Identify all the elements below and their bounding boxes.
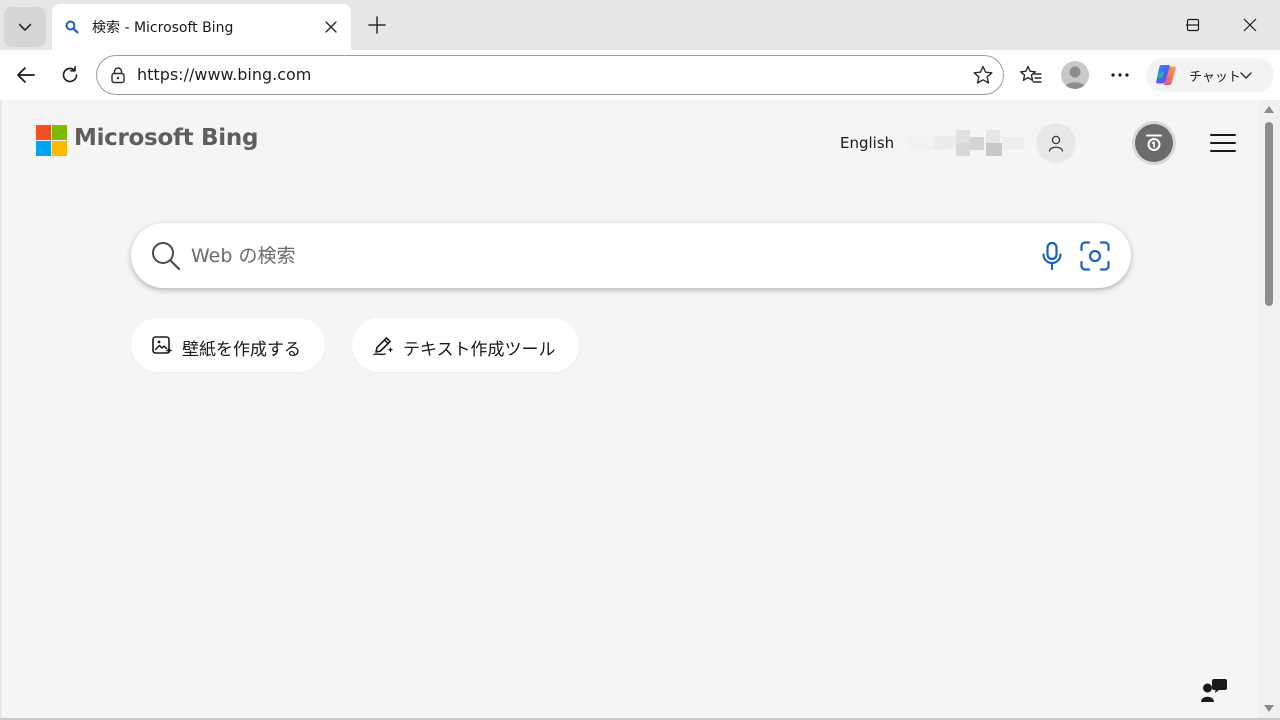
menu-icon xyxy=(1210,134,1236,152)
pill-label: 壁紙を作成する xyxy=(182,340,301,360)
copilot-chat-button[interactable]: チャット xyxy=(1146,58,1274,92)
add-favorite-button[interactable] xyxy=(969,61,997,89)
person-icon xyxy=(1048,135,1064,152)
voice-search-button[interactable] xyxy=(1035,239,1069,273)
rewards-trophy-icon xyxy=(1146,134,1162,151)
tab-strip: 検索 - Microsoft Bing xyxy=(0,0,1280,50)
search-icon xyxy=(65,20,79,34)
back-button[interactable] xyxy=(9,59,43,91)
url-text[interactable]: https://www.bing.com xyxy=(137,65,311,84)
search-input[interactable] xyxy=(191,243,1011,269)
browser-toolbar: https://www.bing.com チャット xyxy=(0,50,1280,100)
plus-icon xyxy=(368,16,386,34)
visual-search-button[interactable] xyxy=(1077,238,1113,274)
search-icon xyxy=(152,242,181,271)
bing-logo-text: Microsoft Bing xyxy=(74,125,259,151)
feedback-chat-button[interactable] xyxy=(1198,674,1230,706)
pen-sparkle-icon xyxy=(373,337,394,356)
close-icon xyxy=(1243,18,1257,32)
arrow-left-icon xyxy=(17,67,35,83)
tab-close-button[interactable] xyxy=(319,15,343,39)
language-link[interactable]: English xyxy=(840,134,894,152)
scroll-down-arrow-icon[interactable] xyxy=(1264,705,1274,712)
person-icon xyxy=(1064,66,1086,89)
avatar xyxy=(1061,61,1089,89)
refresh-button[interactable] xyxy=(53,59,87,91)
star-icon xyxy=(973,65,993,84)
close-window-button[interactable] xyxy=(1222,0,1278,50)
scroll-up-arrow-icon[interactable] xyxy=(1264,106,1274,113)
new-tab-button[interactable] xyxy=(362,10,392,40)
microphone-icon xyxy=(1042,241,1062,271)
profile-button[interactable] xyxy=(1058,59,1092,91)
favorites-list-icon xyxy=(1020,65,1042,83)
address-bar[interactable]: https://www.bing.com xyxy=(96,55,1004,95)
bing-page: Microsoft Bing English 壁紙を作成する xyxy=(2,100,1258,718)
page-scrollbar[interactable] xyxy=(1258,100,1280,718)
maximize-button[interactable] xyxy=(1165,0,1221,50)
username-redacted xyxy=(908,130,1030,156)
rewards-button[interactable] xyxy=(1135,124,1173,162)
hamburger-menu-button[interactable] xyxy=(1208,130,1238,156)
settings-more-button[interactable] xyxy=(1103,59,1137,91)
chevron-down-icon xyxy=(18,23,32,31)
maximize-icon xyxy=(1186,18,1200,32)
sign-in-button[interactable] xyxy=(1036,123,1076,163)
copilot-label: チャット xyxy=(1189,70,1241,85)
close-icon xyxy=(325,21,337,33)
copilot-icon xyxy=(1156,65,1176,85)
create-wallpaper-button[interactable]: 壁紙を作成する xyxy=(131,318,325,372)
more-icon xyxy=(1111,73,1129,77)
camera-scan-icon xyxy=(1080,241,1110,271)
pill-label: テキスト作成ツール xyxy=(403,340,556,360)
image-sparkle-icon xyxy=(152,336,173,354)
microsoft-logo-icon xyxy=(36,125,67,156)
scrollbar-thumb[interactable] xyxy=(1265,122,1273,306)
search-box xyxy=(131,223,1131,288)
tab-bing[interactable]: 検索 - Microsoft Bing xyxy=(52,4,351,50)
chevron-down-icon xyxy=(1240,72,1252,79)
tab-actions-button[interactable] xyxy=(4,7,46,47)
favorites-button[interactable] xyxy=(1014,59,1048,91)
chat-bubbles-icon xyxy=(1201,679,1227,702)
refresh-icon xyxy=(62,66,78,83)
lock-icon xyxy=(111,67,125,84)
text-creation-tool-button[interactable]: テキスト作成ツール xyxy=(352,318,579,372)
tab-title: 検索 - Microsoft Bing xyxy=(92,20,234,36)
